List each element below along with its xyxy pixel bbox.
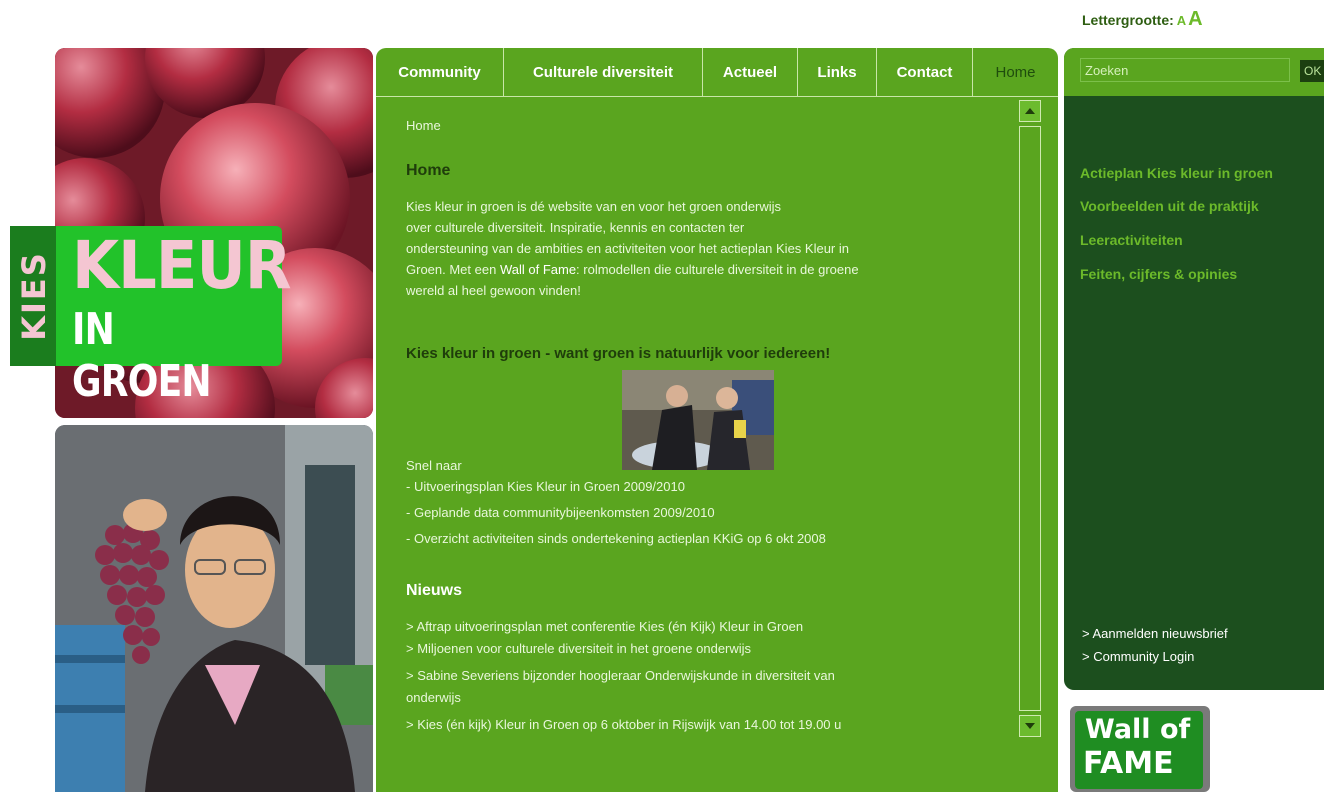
page-title: Home <box>406 162 451 179</box>
tab-culturele-diversiteit[interactable]: Culturele diversiteit <box>504 48 703 96</box>
wall-of-fame-badge[interactable]: Wall of FAME <box>1070 706 1210 792</box>
news-item[interactable]: onderwijs <box>406 687 966 708</box>
quick-link[interactable]: Geplande data <box>414 505 499 520</box>
quick-link[interactable]: Uitvoeringsplan <box>414 479 504 494</box>
quick-link-item: - Uitvoeringsplan Kies Kleur in Groen 20… <box>406 479 685 494</box>
breadcrumb[interactable]: Home <box>406 118 441 133</box>
news-item[interactable]: > Aftrap uitvoeringsplan met conferentie… <box>406 616 966 637</box>
man-with-grapes-photo <box>55 425 373 792</box>
quick-link-text: Kies Kleur in Groen 2009/2010 <box>503 479 685 494</box>
intro-line: Groen. Met een Wall of Fame: rolmodellen… <box>406 259 986 280</box>
quick-link[interactable]: Overzicht activiteiten <box>414 531 534 546</box>
search-bar: OK <box>1064 48 1324 96</box>
right-sidebar: OK Actieplan Kies kleur in groen Voorbee… <box>1064 48 1324 690</box>
search-button[interactable]: OK <box>1300 60 1324 82</box>
content-scrollbar[interactable] <box>1019 100 1043 740</box>
arrow-up-icon <box>1025 108 1035 114</box>
main-nav: Community Culturele diversiteit Actueel … <box>376 48 1058 97</box>
news-item[interactable]: > Sabine Severiens bijzonder hoogleraar … <box>406 665 966 686</box>
logo-kies-text: KIES <box>15 251 53 341</box>
intro-line: wereld al heel gewoon vinden! <box>406 283 581 298</box>
tab-links[interactable]: Links <box>798 48 877 96</box>
quick-link-dash: - <box>406 505 414 520</box>
logo-in-groen-text: IN GROEN <box>72 304 212 407</box>
font-size-label: Lettergrootte: <box>1082 12 1174 28</box>
sidebar-item-leeractiviteiten[interactable]: Leeractiviteiten <box>1080 232 1183 248</box>
wall-of-fame-line1: Wall of <box>1085 714 1191 745</box>
quick-links-label: Snel naar <box>406 458 462 473</box>
sidebar-item-voorbeelden[interactable]: Voorbeelden uit de praktijk <box>1080 198 1259 214</box>
wall-of-fame-inner: Wall of FAME <box>1075 711 1203 789</box>
scroll-up-button[interactable] <box>1019 100 1041 122</box>
slogan-heading: Kies kleur in groen - want groen is natu… <box>406 345 831 362</box>
logo-kleur-text: KLEUR <box>72 227 292 304</box>
quick-link-text: sinds ondertekening actieplan KKiG op 6 … <box>533 531 826 546</box>
search-input[interactable] <box>1080 58 1290 82</box>
intro-line: over culturele diversiteit. Inspiratie, … <box>406 220 745 235</box>
news-item[interactable]: > Miljoenen voor culturele diversiteit i… <box>406 638 966 659</box>
tab-home[interactable]: Home <box>973 48 1058 96</box>
community-login-link[interactable]: > Community Login <box>1082 649 1194 664</box>
tab-actueel[interactable]: Actueel <box>703 48 798 96</box>
quick-link-dash: - <box>406 531 414 546</box>
arrow-down-icon <box>1025 723 1035 729</box>
quick-link-item: - Overzicht activiteiten sinds onderteke… <box>406 531 826 546</box>
intro-text-fragment: : rolmodellen die culturele diversiteit … <box>576 262 859 277</box>
font-size-control: Lettergrootte: A A <box>1082 8 1203 31</box>
wall-of-fame-link[interactable]: Wall of Fame <box>500 262 576 277</box>
quick-link-text: communitybijeenkomsten 2009/2010 <box>499 505 715 520</box>
intro-text: Kies kleur in groen is dé website van en… <box>406 196 986 301</box>
intro-line: Kies kleur in groen is dé website van en… <box>406 199 782 214</box>
event-photo[interactable] <box>622 370 774 470</box>
sidebar-item-actieplan[interactable]: Actieplan Kies kleur in groen <box>1080 165 1273 181</box>
kies-kleur-in-groen-logo[interactable]: KIES KLEUR IN GROEN <box>10 226 292 407</box>
scroll-rail[interactable] <box>1019 126 1041 711</box>
news-heading: Nieuws <box>406 582 463 599</box>
font-size-small-button[interactable]: A <box>1177 13 1186 28</box>
newsletter-signup-link[interactable]: > Aanmelden nieuwsbrief <box>1082 626 1228 641</box>
font-size-large-button[interactable]: A <box>1188 8 1202 30</box>
intro-line: ondersteuning van de ambities en activit… <box>406 241 849 256</box>
news-item[interactable]: > Kies (én kijk) Kleur in Groen op 6 okt… <box>406 714 966 735</box>
scroll-down-button[interactable] <box>1019 715 1041 737</box>
quick-link-dash: - <box>406 479 414 494</box>
main-content-panel: Community Culturele diversiteit Actueel … <box>376 48 1058 792</box>
tab-contact[interactable]: Contact <box>877 48 973 96</box>
sidebar-item-feiten[interactable]: Feiten, cijfers & opinies <box>1080 266 1237 282</box>
tab-community[interactable]: Community <box>376 48 504 96</box>
quick-link-item: - Geplande data communitybijeenkomsten 2… <box>406 505 715 520</box>
intro-text-fragment: Groen. Met een <box>406 262 500 277</box>
wall-of-fame-line2: FAME <box>1083 746 1174 781</box>
